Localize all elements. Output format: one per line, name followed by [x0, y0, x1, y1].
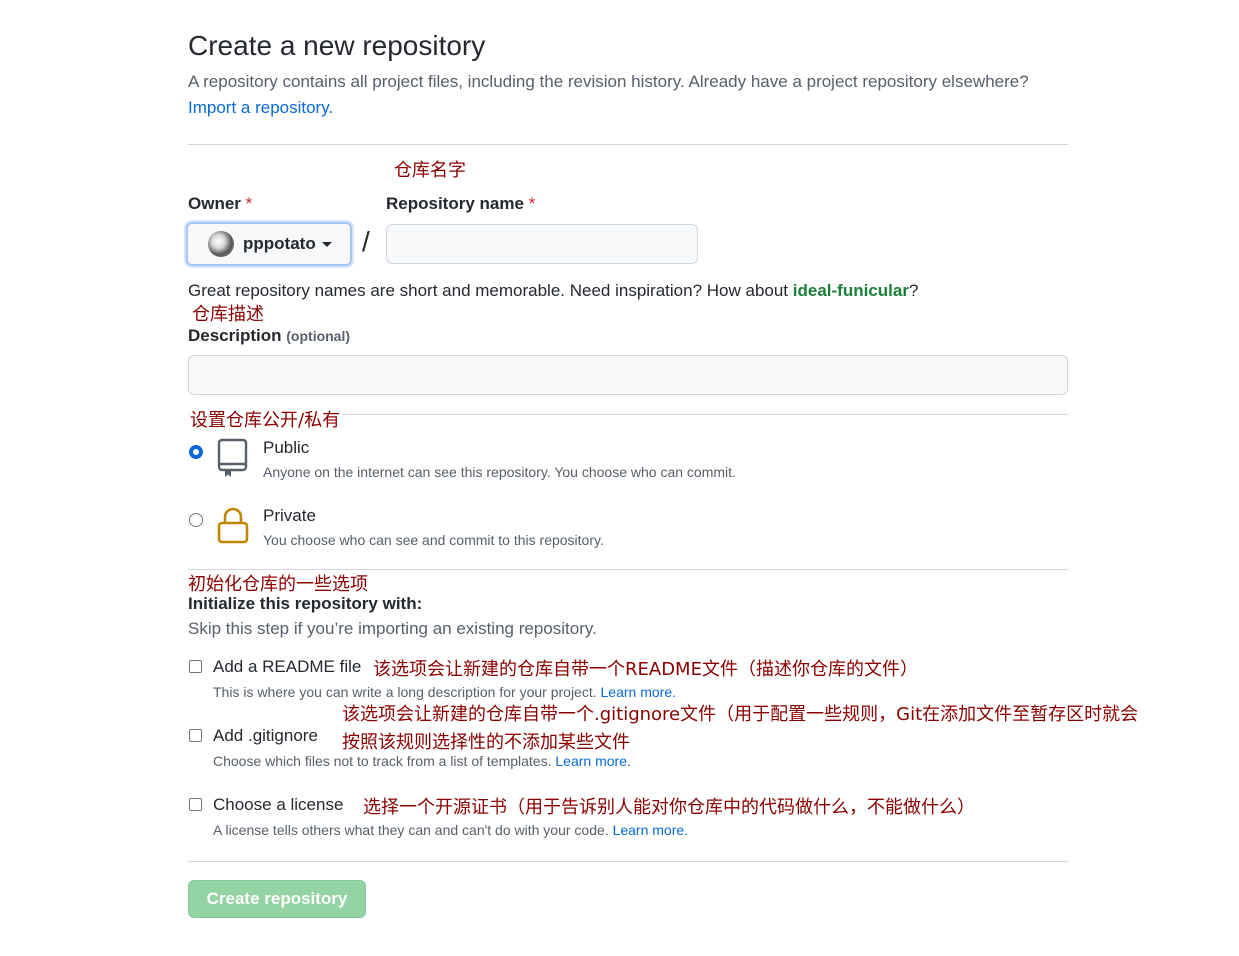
annotation-description: 仓库描述 — [192, 304, 264, 325]
readme-title: Add a README file — [213, 657, 362, 676]
owner-name: pppotato — [243, 234, 316, 253]
readme-description-text: This is where you can write a long descr… — [213, 684, 597, 700]
license-checkbox[interactable] — [189, 798, 202, 811]
owner-select-button[interactable]: pppotato — [186, 222, 352, 266]
private-title: Private — [263, 506, 316, 525]
gitignore-checkbox[interactable] — [189, 729, 202, 742]
init-subtitle: Skip this step if you’re importing an ex… — [188, 619, 597, 638]
lock-icon — [217, 507, 249, 544]
page-title: Create a new repository — [188, 30, 486, 61]
repo-name-label: Repository name * — [386, 194, 535, 214]
repo-name-hint: Great repository names are short and mem… — [188, 281, 918, 301]
annotation-repo-name: 仓库名字 — [394, 160, 466, 181]
annotation-gitignore-line2: 按照该规则选择性的不添加某些文件 — [342, 732, 630, 753]
description-label-text: Description — [188, 326, 282, 345]
init-title: Initialize this repository with: — [188, 594, 423, 613]
avatar — [208, 231, 234, 257]
repo-name-input[interactable] — [386, 224, 698, 264]
gitignore-learn-more-link[interactable]: Learn more. — [555, 753, 630, 769]
description-input[interactable] — [188, 355, 1068, 395]
readme-learn-more-link[interactable]: Learn more. — [601, 684, 676, 700]
description-label: Description (optional) — [188, 326, 350, 346]
repo-name-required-mark: * — [528, 194, 536, 213]
repo-name-label-text: Repository name — [386, 194, 524, 213]
license-title: Choose a license — [213, 795, 344, 814]
annotation-visibility: 设置仓库公开/私有 — [190, 406, 343, 432]
readme-description: This is where you can write a long descr… — [213, 684, 676, 700]
license-description: A license tells others what they can and… — [213, 822, 688, 838]
owner-label-text: Owner — [188, 194, 241, 213]
readme-checkbox[interactable] — [189, 660, 202, 673]
public-title: Public — [263, 438, 310, 457]
private-description: You choose who can see and commit to thi… — [263, 532, 604, 548]
public-radio[interactable] — [189, 445, 203, 459]
owner-repo-separator: / — [362, 226, 370, 257]
create-repository-button[interactable]: Create repository — [188, 880, 366, 918]
divider — [188, 144, 1068, 145]
private-radio[interactable] — [189, 513, 203, 527]
annotation-gitignore-line1: 该选项会让新建的仓库自带一个.gitignore文件（用于配置一些规则，Git在… — [342, 704, 1139, 725]
annotation-readme: 该选项会让新建的仓库自带一个README文件（描述你仓库的文件） — [373, 659, 918, 680]
annotation-init: 初始化仓库的一些选项 — [188, 574, 368, 595]
description-optional: (optional) — [286, 328, 351, 344]
repo-book-icon — [217, 438, 248, 477]
owner-label: Owner * — [188, 194, 252, 214]
repo-name-hint-text: Great repository names are short and mem… — [188, 281, 793, 300]
public-description: Anyone on the internet can see this repo… — [263, 464, 736, 480]
caret-down-icon — [321, 241, 332, 247]
gitignore-title: Add .gitignore — [213, 726, 318, 745]
page-subtitle: A repository contains all project files,… — [188, 72, 1029, 91]
gitignore-description-text: Choose which files not to track from a l… — [213, 753, 552, 769]
owner-required-mark: * — [245, 194, 253, 213]
repo-name-hint-suffix: ? — [908, 281, 919, 300]
license-description-text: A license tells others what they can and… — [213, 822, 609, 838]
gitignore-description: Choose which files not to track from a l… — [213, 753, 631, 769]
annotation-license: 选择一个开源证书（用于告诉别人能对你仓库中的代码做什么，不能做什么） — [363, 797, 975, 818]
license-learn-more-link[interactable]: Learn more. — [613, 822, 688, 838]
divider — [188, 861, 1068, 862]
name-suggestion-link[interactable]: ideal-funicular — [793, 281, 909, 300]
import-repository-link[interactable]: Import a repository. — [188, 98, 333, 118]
